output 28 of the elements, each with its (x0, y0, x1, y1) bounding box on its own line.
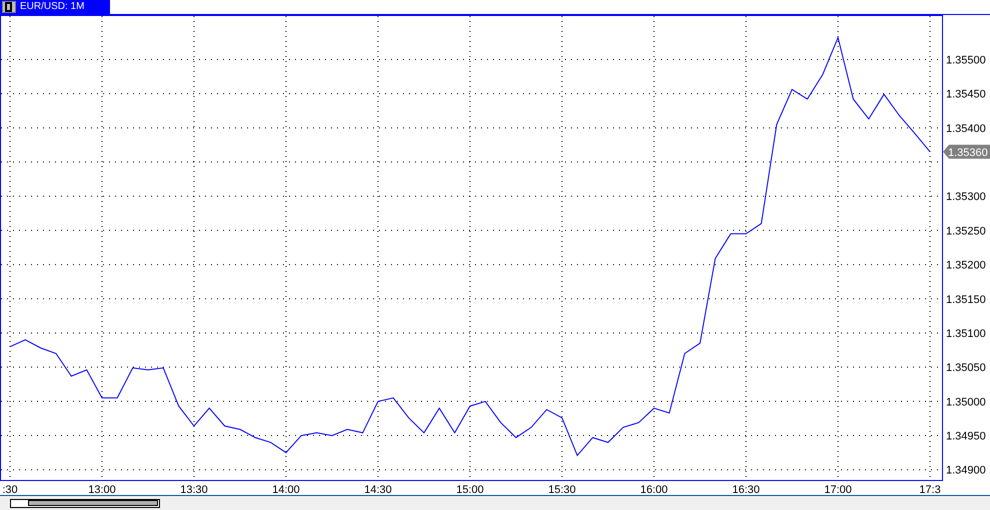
x-tick-label: 15:30 (548, 484, 576, 495)
x-tick-label: 13:00 (88, 484, 116, 495)
x-tick-label: 17:3 (919, 484, 941, 495)
y-tick-label: 1.34950 (946, 430, 986, 443)
price-tag: 1.35360 (943, 144, 990, 159)
y-tick-label: 1.35300 (946, 191, 986, 204)
y-tick-label: 1.35050 (946, 362, 986, 374)
y-tick-label: 1.35400 (946, 122, 986, 135)
x-tick-label: 16:30 (732, 484, 760, 495)
x-tick-label: :30 (2, 484, 18, 495)
window-icon[interactable] (2, 1, 16, 13)
y-tick-label: 1.35100 (946, 328, 986, 340)
x-tick-label: 14:30 (364, 484, 392, 495)
y-tick-label: 1.35500 (946, 54, 986, 66)
y-tick-label: 1.35000 (946, 396, 986, 408)
scrollbar-thumb[interactable] (28, 500, 158, 506)
y-tick-label: 1.35200 (946, 260, 986, 272)
chart-tab[interactable]: EUR/USD: 1M (0, 0, 110, 14)
x-tick-label: 15:00 (456, 484, 484, 495)
scrollbar[interactable] (10, 498, 160, 508)
x-tick-label: 14:00 (272, 484, 300, 495)
y-tick-label: 1.35450 (946, 88, 986, 101)
x-tick-label: 13:30 (180, 484, 208, 495)
x-tick-label: 16:00 (640, 484, 668, 495)
y-tick-label: 1.35150 (946, 294, 986, 306)
y-tick-label: 1.35250 (946, 225, 986, 238)
x-tick-label: 17:00 (824, 484, 852, 495)
y-tick-label: 1.34900 (946, 464, 986, 477)
